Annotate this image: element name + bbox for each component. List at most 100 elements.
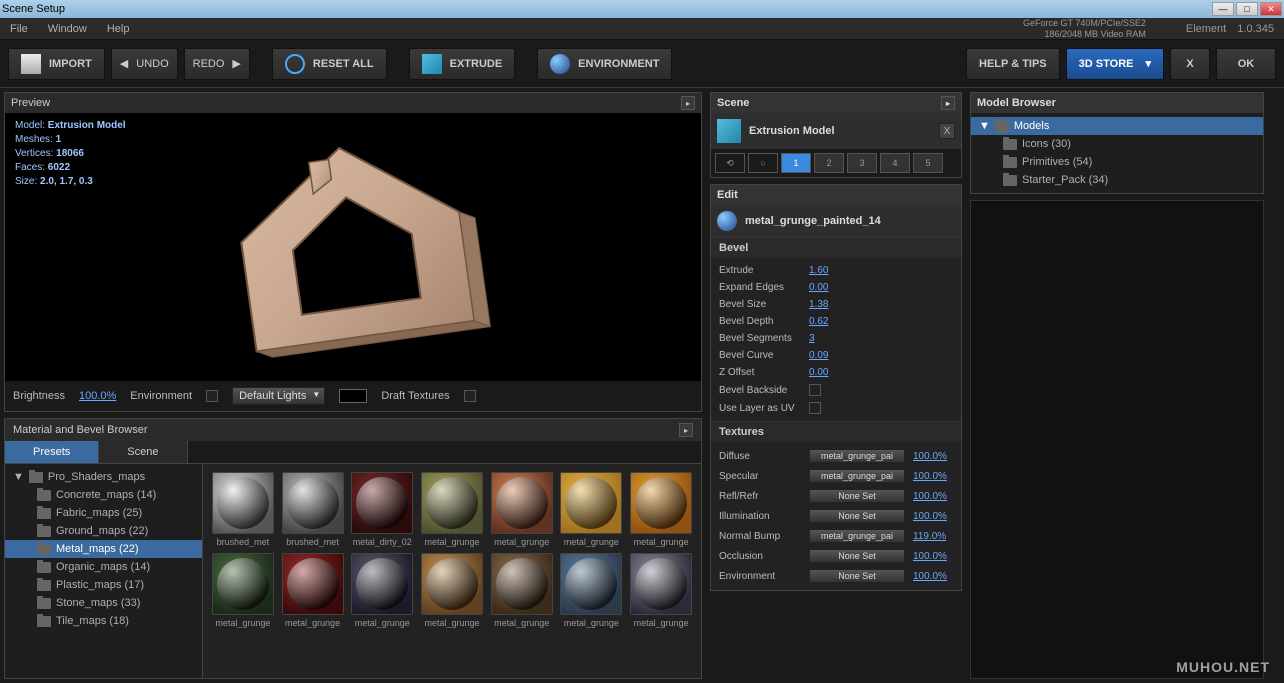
material-thumb[interactable]: metal_grunge [350, 553, 414, 628]
close-button[interactable]: ✕ [1260, 2, 1282, 16]
texture-percent[interactable]: 100.0% [913, 491, 947, 502]
material-thumb[interactable]: metal_grunge [560, 472, 624, 547]
material-thumb[interactable]: brushed_met [281, 472, 345, 547]
bevel-section-title: Bevel [711, 237, 961, 258]
import-button[interactable]: IMPORT [8, 48, 105, 80]
slot-3[interactable]: 3 [847, 153, 877, 173]
expand-button[interactable]: ▸ [681, 96, 695, 110]
reset-all-button[interactable]: RESET ALL [272, 48, 387, 80]
property-value[interactable]: 0.62 [809, 316, 828, 327]
property-value[interactable]: 1.60 [809, 265, 828, 276]
property-value[interactable]: 0.09 [809, 350, 828, 361]
property-value[interactable]: 0.00 [809, 282, 828, 293]
property-value[interactable]: 3 [809, 333, 815, 344]
loader-icon[interactable]: ○ [748, 153, 778, 173]
texture-button[interactable]: metal_grunge_pai [809, 449, 905, 463]
property-label: Use Layer as UV [719, 403, 809, 414]
help-tips-button[interactable]: HELP & TIPS [966, 48, 1060, 80]
texture-button[interactable]: None Set [809, 549, 905, 563]
texture-button[interactable]: metal_grunge_pai [809, 469, 905, 483]
property-row: Use Layer as UV [711, 399, 961, 417]
checkbox[interactable] [809, 402, 821, 414]
environment-button[interactable]: ENVIRONMENT [537, 48, 672, 80]
ok-button[interactable]: OK [1216, 48, 1276, 80]
menu-file[interactable]: File [10, 23, 28, 35]
bg-color-swatch[interactable] [339, 389, 367, 403]
edit-title: Edit [717, 189, 738, 201]
remove-object-button[interactable]: X [939, 123, 955, 139]
material-thumb[interactable]: metal_grunge [211, 553, 275, 628]
tree-folder[interactable]: Stone_maps (33) [5, 594, 202, 612]
tree-folder[interactable]: Organic_maps (14) [5, 558, 202, 576]
menu-help[interactable]: Help [107, 23, 130, 35]
texture-percent[interactable]: 100.0% [913, 571, 947, 582]
material-thumb[interactable]: metal_grunge [420, 553, 484, 628]
redo-button[interactable]: REDO ▶ [184, 48, 250, 80]
menu-window[interactable]: Window [48, 23, 87, 35]
material-thumb[interactable]: metal_grunge [560, 553, 624, 628]
lights-dropdown[interactable]: Default Lights [232, 387, 325, 405]
texture-percent[interactable]: 119.0% [913, 531, 946, 542]
material-thumb[interactable]: metal_grunge [629, 553, 693, 628]
property-value[interactable]: 0.00 [809, 367, 828, 378]
slot-2[interactable]: 2 [814, 153, 844, 173]
slot-5[interactable]: 5 [913, 153, 943, 173]
models-root[interactable]: ▼ Models [971, 117, 1263, 135]
expand-button[interactable]: ▸ [941, 96, 955, 110]
scene-object-name[interactable]: Extrusion Model [749, 125, 835, 137]
material-thumb[interactable]: metal_grunge [490, 472, 554, 547]
property-value[interactable]: 1.38 [809, 299, 828, 310]
texture-button[interactable]: metal_grunge_pai [809, 529, 905, 543]
model-folder[interactable]: Primitives (54) [971, 153, 1263, 171]
tree-folder[interactable]: Plastic_maps (17) [5, 576, 202, 594]
texture-percent[interactable]: 100.0% [913, 511, 947, 522]
extrude-button[interactable]: EXTRUDE [409, 48, 516, 80]
app-version: 1.0.345 [1237, 23, 1274, 35]
environment-checkbox[interactable] [206, 390, 218, 402]
preview-viewport[interactable]: Model: Extrusion Model Meshes: 1 Vertice… [5, 113, 701, 381]
toolbar: IMPORT ◀ UNDO REDO ▶ RESET ALL EXTRUDE E… [0, 40, 1284, 88]
material-thumb[interactable]: metal_grunge [490, 553, 554, 628]
texture-percent[interactable]: 100.0% [913, 471, 947, 482]
folder-icon [37, 598, 51, 609]
tree-folder[interactable]: Concrete_maps (14) [5, 486, 202, 504]
draft-textures-checkbox[interactable] [464, 390, 476, 402]
model-folder[interactable]: Starter_Pack (34) [971, 171, 1263, 189]
undo-button[interactable]: ◀ UNDO [111, 48, 178, 80]
folder-icon [1003, 175, 1017, 186]
current-material-name[interactable]: metal_grunge_painted_14 [745, 215, 881, 227]
texture-button[interactable]: None Set [809, 569, 905, 583]
property-label: Bevel Depth [719, 316, 809, 327]
minimize-button[interactable]: — [1212, 2, 1234, 16]
material-thumb[interactable]: metal_grunge [281, 553, 345, 628]
3d-store-button[interactable]: 3D STORE [1066, 48, 1164, 80]
texture-percent[interactable]: 100.0% [913, 451, 947, 462]
texture-row: Specularmetal_grunge_pai100.0% [711, 466, 961, 486]
maximize-button[interactable]: □ [1236, 2, 1258, 16]
texture-label: Occlusion [719, 551, 809, 562]
tab-scene[interactable]: Scene [99, 441, 187, 463]
slot-1[interactable]: 1 [781, 153, 811, 173]
texture-percent[interactable]: 100.0% [913, 551, 947, 562]
globe-icon [550, 54, 570, 74]
x-button[interactable]: X [1170, 48, 1210, 80]
tree-folder[interactable]: Metal_maps (22) [5, 540, 202, 558]
tree-folder[interactable]: Tile_maps (18) [5, 612, 202, 630]
material-thumb[interactable]: brushed_met [211, 472, 275, 547]
model-folder[interactable]: Icons (30) [971, 135, 1263, 153]
texture-button[interactable]: None Set [809, 509, 905, 523]
expand-button[interactable]: ▸ [679, 423, 693, 437]
material-thumb[interactable]: metal_grunge [420, 472, 484, 547]
window-title: Scene Setup [2, 3, 65, 15]
slot-4[interactable]: 4 [880, 153, 910, 173]
tree-root[interactable]: ▼ Pro_Shaders_maps [5, 468, 202, 486]
link-icon[interactable]: ⟲ [715, 153, 745, 173]
tab-presets[interactable]: Presets [5, 441, 99, 463]
texture-button[interactable]: None Set [809, 489, 905, 503]
material-thumb[interactable]: metal_grunge [629, 472, 693, 547]
checkbox[interactable] [809, 384, 821, 396]
material-thumb[interactable]: metal_dirty_02 [350, 472, 414, 547]
brightness-value[interactable]: 100.0% [79, 390, 116, 402]
tree-folder[interactable]: Fabric_maps (25) [5, 504, 202, 522]
tree-folder[interactable]: Ground_maps (22) [5, 522, 202, 540]
